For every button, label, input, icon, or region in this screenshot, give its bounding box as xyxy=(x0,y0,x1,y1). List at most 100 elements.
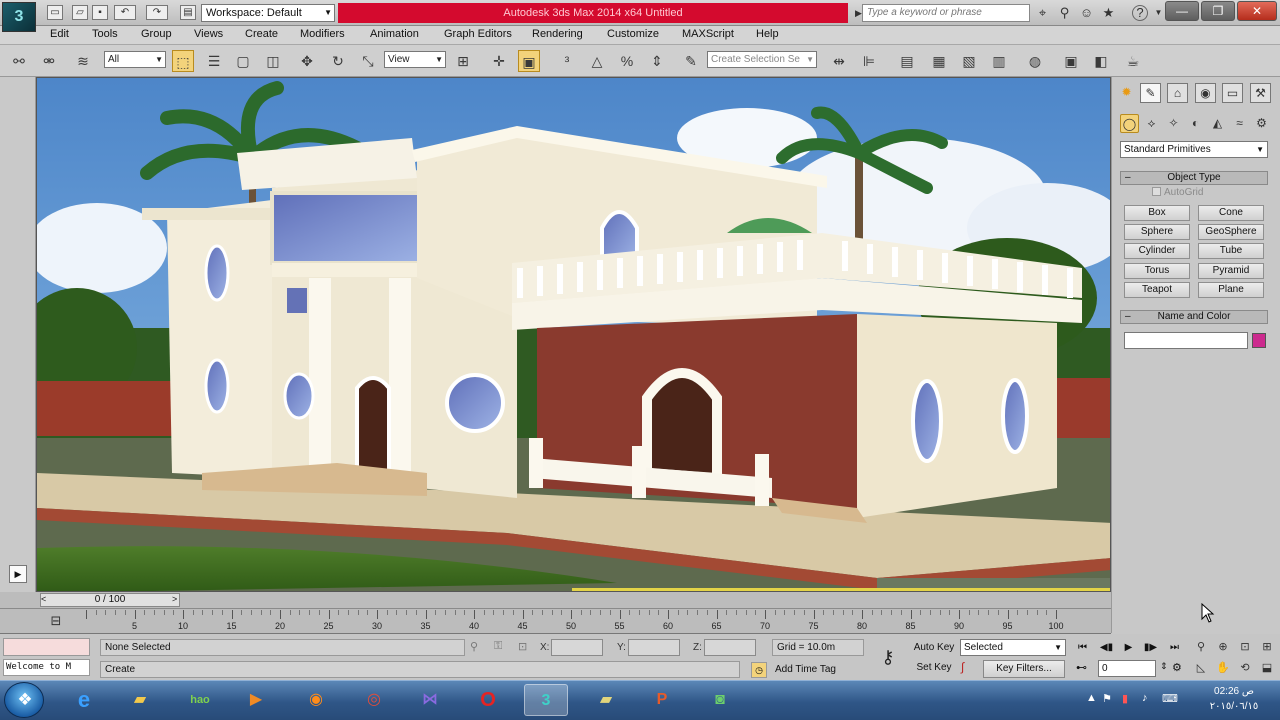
modify-tab[interactable]: ⌂ xyxy=(1167,83,1188,103)
media-player-icon[interactable]: ▶ xyxy=(234,684,278,716)
render-production-icon[interactable]: ☕ xyxy=(1122,50,1144,72)
prev-frame-icon[interactable]: < xyxy=(41,594,46,604)
select-and-link-icon[interactable]: ⚯ xyxy=(8,50,30,72)
name-and-color-rollout[interactable]: – Name and Color xyxy=(1120,310,1268,324)
favorites-icon[interactable]: ★ xyxy=(1100,5,1117,21)
expand-ribbon-icon[interactable]: ▶ xyxy=(9,565,27,583)
lock-selection-icon[interactable]: ⚿ xyxy=(494,640,502,653)
object-type-rollout[interactable]: – Object Type xyxy=(1120,171,1268,185)
set-keys-icon[interactable]: ⚷ xyxy=(873,645,903,669)
select-and-move-icon[interactable]: ✥ xyxy=(296,50,318,72)
cylinder-button[interactable]: Cylinder xyxy=(1124,243,1190,259)
box-button[interactable]: Box xyxy=(1124,205,1190,221)
user-icon[interactable]: ☺ xyxy=(1078,5,1095,21)
pivot-point-center-icon[interactable]: ⊞ xyxy=(452,50,474,72)
3ds-max-taskbar-icon[interactable]: 3 xyxy=(524,684,568,716)
select-object-icon[interactable]: ⬚ xyxy=(172,50,194,72)
maximize-viewport-icon[interactable]: ⬓ xyxy=(1258,660,1276,677)
select-and-rotate-icon[interactable]: ↻ xyxy=(327,50,349,72)
y-coordinate-field[interactable] xyxy=(628,639,680,656)
align-icon[interactable]: ⊫ xyxy=(858,50,880,72)
tube-button[interactable]: Tube xyxy=(1198,243,1264,259)
project-folder-icon[interactable]: ▤ xyxy=(180,5,196,20)
key-mode-dropdown[interactable]: Selected ▼ xyxy=(960,639,1066,656)
named-selection-set-dropdown[interactable]: Create Selection Se ▼ xyxy=(707,51,817,68)
time-slider-thumb[interactable]: 0 / 100 xyxy=(40,593,180,607)
bind-space-warp-icon[interactable]: ≋ xyxy=(72,50,94,72)
sun-icon[interactable]: ✹ xyxy=(1116,83,1137,103)
plane-button[interactable]: Plane xyxy=(1198,282,1264,298)
key-mode-toggle-icon[interactable]: ⊷ xyxy=(1076,661,1087,674)
chrome-icon[interactable]: ◎ xyxy=(352,684,396,716)
volume-icon[interactable]: ♪ xyxy=(1142,692,1148,704)
menu-views[interactable]: Views xyxy=(194,28,223,40)
torus-button[interactable]: Torus xyxy=(1124,263,1190,279)
rendered-frame-window-icon[interactable]: ◧ xyxy=(1090,50,1112,72)
language-icon[interactable]: ⌨ xyxy=(1162,692,1178,705)
angle-snap-icon[interactable]: △ xyxy=(586,50,608,72)
search-icon[interactable]: ⚲ xyxy=(1056,5,1073,21)
folder-taskbar-icon[interactable]: ▰ xyxy=(584,684,628,716)
menu-group[interactable]: Group xyxy=(141,28,172,40)
default-tangents-icon[interactable]: ∫ xyxy=(961,660,964,674)
percent-snap-icon[interactable]: % xyxy=(616,50,638,72)
space-warps-category-icon[interactable]: ≈ xyxy=(1230,114,1249,133)
set-key-button[interactable]: Set Key xyxy=(911,660,957,676)
cameras-category-icon[interactable]: ◐ xyxy=(1186,114,1205,133)
timeline-ruler[interactable]: 5 10 15 20 25 30 35 40 45 50 55 60 65 70 75 80 85 90 95 100 xyxy=(86,610,1096,634)
network-icon[interactable]: ▮ xyxy=(1122,692,1128,705)
time-tag-icon[interactable]: ◷ xyxy=(751,662,767,678)
selection-filter-dropdown[interactable]: All ▼ xyxy=(104,51,166,68)
menu-help[interactable]: Help xyxy=(756,28,779,40)
curve-editor-icon[interactable]: ▧ xyxy=(958,50,980,72)
hao123-icon[interactable]: hao xyxy=(178,684,222,716)
file-explorer-icon[interactable]: ▰ xyxy=(118,684,162,716)
mini-curve-editor-icon[interactable]: ⊟ xyxy=(45,610,67,632)
geometry-category-icon[interactable]: ◯ xyxy=(1120,114,1139,133)
keyboard-shortcut-override-icon[interactable]: ▣ xyxy=(518,50,540,72)
transform-mode-icon[interactable]: ⊡ xyxy=(518,640,527,653)
app-logo-icon[interactable]: 3 xyxy=(2,2,36,32)
reference-coordinate-dropdown[interactable]: View ▼ xyxy=(384,51,446,68)
play-icon[interactable]: ▶ xyxy=(1120,640,1137,655)
redo-icon[interactable]: ↷ xyxy=(146,5,168,20)
render-setup-icon[interactable]: ▣ xyxy=(1060,50,1082,72)
add-time-tag-button[interactable]: Add Time Tag xyxy=(770,662,865,678)
graphite-toolbox-icon[interactable]: ▦ xyxy=(928,50,950,72)
spinner-snap-icon[interactable]: ⇕ xyxy=(646,50,668,72)
new-file-icon[interactable]: ▭ xyxy=(47,5,63,20)
select-and-manipulate-icon[interactable]: ✛ xyxy=(488,50,510,72)
cone-button[interactable]: Cone xyxy=(1198,205,1264,221)
create-tab[interactable]: ✎ xyxy=(1140,83,1161,103)
go-to-end-icon[interactable]: ⏭ xyxy=(1166,640,1183,655)
zoom-all-icon[interactable]: ⊕ xyxy=(1214,639,1232,656)
open-file-icon[interactable]: ▱ xyxy=(72,5,88,20)
key-filters-button[interactable]: Key Filters... xyxy=(983,660,1065,678)
snaps-toggle-icon[interactable]: ³ xyxy=(556,50,578,72)
menu-graph-editors[interactable]: Graph Editors xyxy=(444,28,512,40)
field-of-view-icon[interactable]: ◺ xyxy=(1192,660,1210,677)
layer-manager-icon[interactable]: ▤ xyxy=(896,50,918,72)
sphere-button[interactable]: Sphere xyxy=(1124,224,1190,240)
workspace-dropdown[interactable]: Workspace: Default ▼ xyxy=(201,4,335,22)
zoom-extents-icon[interactable]: ⊡ xyxy=(1236,639,1254,656)
search-input[interactable]: Type a keyword or phrase xyxy=(862,4,1030,22)
menu-rendering[interactable]: Rendering xyxy=(532,28,583,40)
select-by-name-icon[interactable]: ☰ xyxy=(203,50,225,72)
maxscript-listener-input[interactable] xyxy=(3,638,90,656)
menu-edit[interactable]: Edit xyxy=(50,28,69,40)
next-key-icon[interactable]: ▮▶ xyxy=(1142,640,1159,655)
hierarchy-tab[interactable]: ◉ xyxy=(1195,83,1216,103)
help-icon[interactable]: ? xyxy=(1132,5,1148,21)
auto-key-button[interactable]: Auto Key xyxy=(911,640,957,656)
utilities-tab[interactable]: ⚒ xyxy=(1250,83,1271,103)
opera-icon[interactable]: O xyxy=(466,684,510,716)
tray-expand-icon[interactable]: ▲ xyxy=(1086,692,1097,704)
menu-customize[interactable]: Customize xyxy=(607,28,659,40)
shapes-category-icon[interactable]: ⟡ xyxy=(1142,114,1161,133)
edit-named-selection-icon[interactable]: ✎ xyxy=(680,50,702,72)
pyramid-button[interactable]: Pyramid xyxy=(1198,263,1264,279)
schematic-view-icon[interactable]: ▥ xyxy=(988,50,1010,72)
action-center-icon[interactable]: ⚑ xyxy=(1102,692,1112,705)
primitive-type-dropdown[interactable]: Standard Primitives ▼ xyxy=(1120,141,1268,158)
